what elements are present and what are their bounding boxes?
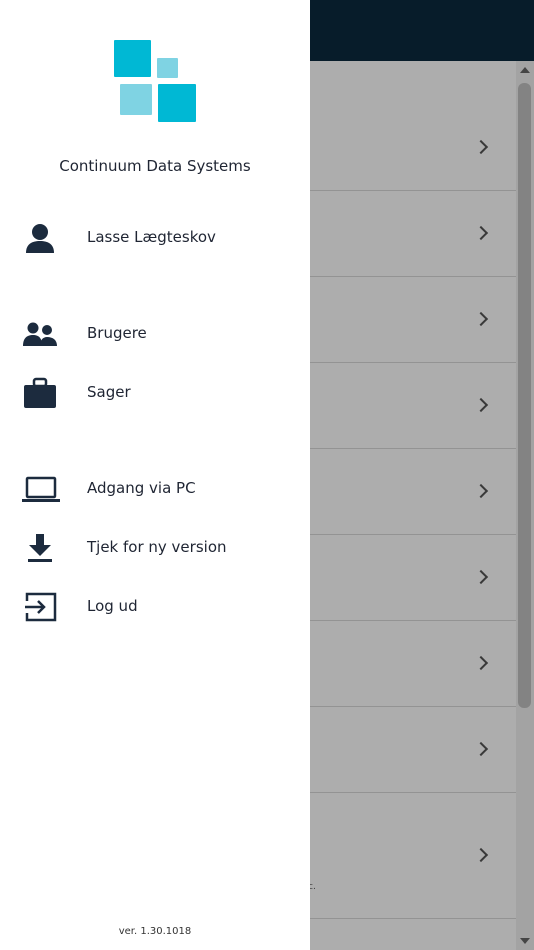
menu-item-adgang-via-pc[interactable]: Adgang via PC bbox=[0, 467, 310, 511]
laptop-icon bbox=[22, 473, 60, 505]
briefcase-icon bbox=[22, 377, 58, 409]
users-icon bbox=[22, 318, 58, 350]
menu-item-brugere[interactable]: Brugere bbox=[0, 312, 310, 356]
company-name: Continuum Data Systems bbox=[59, 157, 251, 175]
menu-item-sager[interactable]: Sager bbox=[0, 371, 310, 415]
logo-square bbox=[120, 84, 152, 115]
menu-label: Sager bbox=[87, 383, 131, 401]
navigation-drawer: Continuum Data Systems Lasse Lægteskov B… bbox=[0, 0, 310, 950]
user-profile-item[interactable]: Lasse Lægteskov bbox=[0, 216, 310, 260]
company-logo bbox=[112, 40, 198, 124]
download-icon bbox=[22, 532, 58, 564]
menu-label: Log ud bbox=[87, 597, 138, 615]
menu-label: Adgang via PC bbox=[87, 479, 196, 497]
logo-square bbox=[114, 40, 151, 77]
user-name: Lasse Lægteskov bbox=[87, 228, 216, 246]
menu-item-check-version[interactable]: Tjek for ny version bbox=[0, 526, 310, 570]
menu-label: Brugere bbox=[87, 324, 147, 342]
menu-label: Tjek for ny version bbox=[87, 538, 227, 556]
person-icon bbox=[22, 222, 58, 254]
logo-square bbox=[157, 58, 178, 78]
logo-square bbox=[158, 84, 196, 122]
logout-icon bbox=[22, 591, 58, 623]
menu-item-log-ud[interactable]: Log ud bbox=[0, 585, 310, 629]
app-version: ver. 1.30.1018 bbox=[118, 926, 192, 937]
